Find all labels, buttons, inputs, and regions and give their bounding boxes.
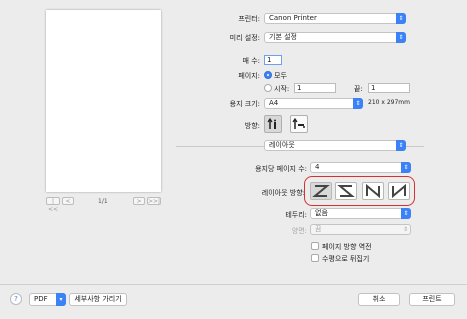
border-value: 없음: [315, 209, 328, 217]
chevron-updown-icon: ⇕: [396, 140, 406, 151]
chevron-updown-icon: ⇕: [401, 208, 411, 219]
flip-horizontal-label: 수평으로 뒤집기: [322, 255, 370, 263]
pages-range-radio[interactable]: [264, 84, 272, 92]
section-popup-value: 레이아웃: [269, 141, 295, 149]
chevron-updown-icon: ⇕: [396, 13, 406, 24]
layout-reverse-n-icon: [392, 183, 406, 199]
layout-z-icon: [312, 185, 330, 197]
chevron-updown-icon: ⇕: [396, 32, 406, 43]
printer-popup[interactable]: Canon Printer ⇕: [264, 13, 406, 24]
paper-size-label: 용지 크기:: [229, 100, 260, 108]
portrait-icon: [267, 117, 276, 129]
prev-page-button[interactable]: <: [62, 197, 74, 205]
first-page-button[interactable]: |<<: [46, 197, 60, 213]
landscape-orientation-button[interactable]: [290, 115, 308, 133]
layout-reverse-n-button[interactable]: [388, 182, 410, 200]
pages-per-sheet-label: 용지당 페이지 수:: [255, 165, 307, 173]
reverse-orientation-label: 페이지 방향 역전: [322, 243, 372, 251]
bottom-divider: [0, 284, 467, 285]
pages-to-field[interactable]: 1: [368, 83, 410, 93]
layout-reverse-z-icon: [337, 185, 355, 197]
pages-label: 페이지:: [238, 72, 260, 80]
layout-n-button[interactable]: [362, 182, 384, 200]
printer-label: 프린터:: [238, 15, 260, 23]
pages-per-sheet-popup[interactable]: 4 ⇕: [310, 162, 411, 173]
next-page-button[interactable]: >: [133, 197, 145, 205]
flip-horizontal-checkbox[interactable]: [311, 254, 319, 262]
pages-per-sheet-value: 4: [315, 163, 320, 171]
page-preview: [46, 10, 161, 192]
portrait-orientation-button[interactable]: [264, 115, 282, 133]
copies-label: 매 수:: [242, 57, 260, 65]
pages-to-label: 끝:: [354, 85, 363, 93]
copies-field[interactable]: 1: [264, 55, 282, 65]
layout-reverse-z-button[interactable]: [335, 182, 357, 200]
chevron-updown-icon: ⇕: [402, 226, 408, 233]
pdf-menu-button[interactable]: PDF ▾: [29, 293, 66, 306]
preset-popup[interactable]: 기본 설정 ⇕: [264, 32, 406, 43]
layout-direction-label: 레이아웃 방향:: [261, 189, 305, 197]
printer-value: Canon Printer: [269, 14, 317, 22]
border-label: 테두리:: [285, 211, 307, 219]
chevron-updown-icon: ⇕: [353, 98, 363, 109]
two-sided-value: 끔: [315, 225, 322, 233]
pages-from-label: 시작:: [274, 85, 290, 93]
section-popup[interactable]: 레이아웃 ⇕: [264, 140, 406, 151]
chevron-down-icon: ▾: [56, 293, 66, 306]
border-popup[interactable]: 없음 ⇕: [310, 208, 411, 219]
print-button[interactable]: 프린트: [409, 293, 455, 306]
pages-from-field[interactable]: 1: [294, 83, 336, 93]
chevron-updown-icon: ⇕: [401, 162, 411, 173]
paper-dimensions: 210 x 297mm: [368, 99, 410, 106]
cancel-button[interactable]: 취소: [358, 293, 400, 306]
layout-z-button[interactable]: [310, 182, 332, 200]
pages-all-radio[interactable]: [264, 71, 272, 79]
paper-size-popup[interactable]: A4 ⇕: [264, 98, 363, 109]
pdf-label: PDF: [34, 295, 48, 303]
help-button[interactable]: ?: [10, 293, 22, 305]
landscape-icon: [292, 117, 305, 129]
paper-size-value: A4: [269, 99, 279, 107]
last-page-button[interactable]: >>|: [147, 197, 161, 205]
two-sided-popup: 끔 ⇕: [310, 224, 411, 235]
pages-all-label: 모두: [274, 72, 287, 80]
hide-details-button[interactable]: 세부사항 가리기: [69, 293, 127, 306]
two-sided-label: 양면:: [291, 227, 307, 235]
layout-n-icon: [366, 183, 380, 199]
preset-value: 기본 설정: [269, 33, 297, 41]
reverse-orientation-checkbox[interactable]: [311, 242, 319, 250]
page-counter: 1/1: [98, 198, 108, 205]
preset-label: 미리 설정:: [229, 34, 260, 42]
orientation-label: 방향:: [244, 122, 260, 130]
